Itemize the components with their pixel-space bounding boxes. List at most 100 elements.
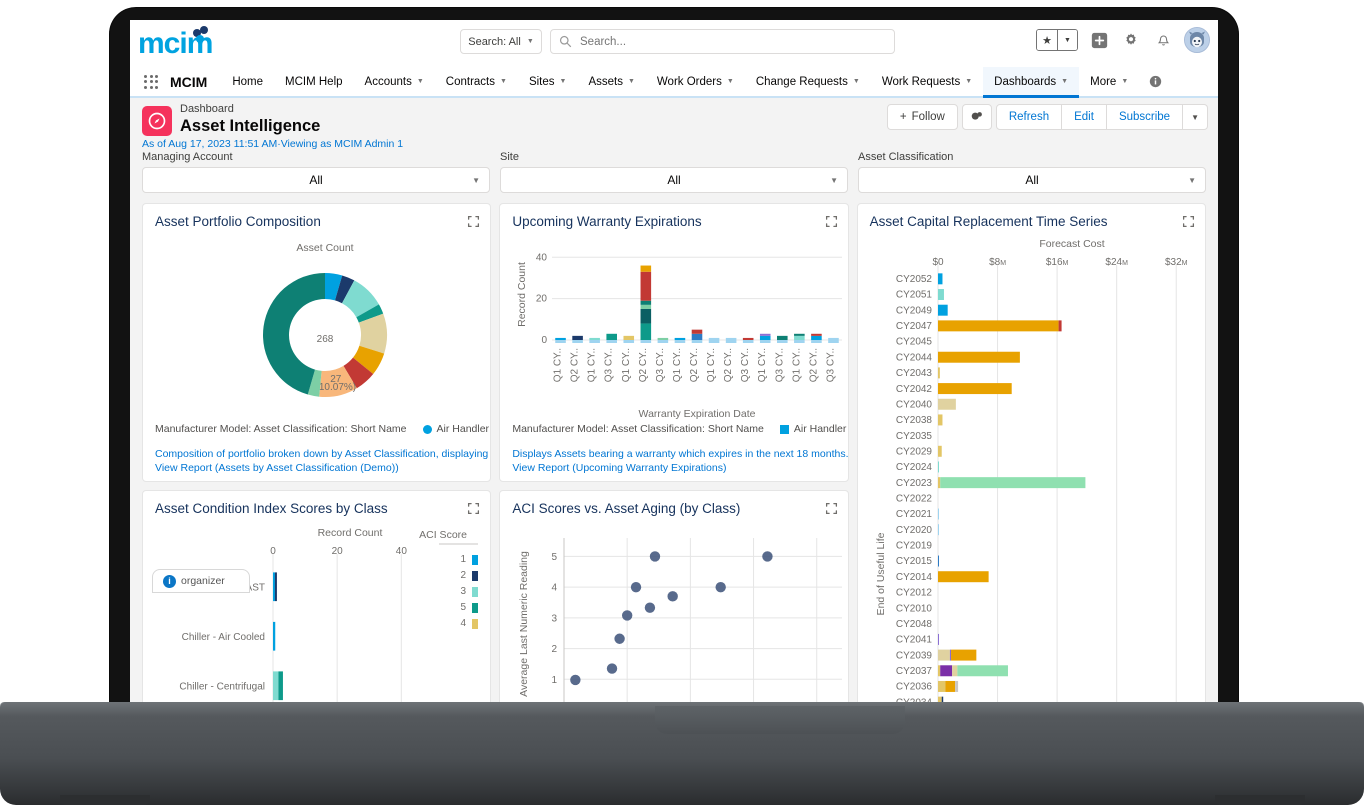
filter-select[interactable]: All ▼ [142, 167, 490, 193]
svg-text:CY2020: CY2020 [896, 525, 933, 536]
organizer-badge[interactable]: i organizer [152, 569, 250, 593]
svg-text:Q3 CY..: Q3 CY.. [775, 348, 786, 382]
favorites-caret-icon[interactable]: ▼ [1057, 30, 1077, 50]
mcim-logo[interactable]: mcim [138, 26, 238, 60]
svg-text:Q1 CY..: Q1 CY.. [792, 348, 803, 382]
svg-text:4: 4 [552, 583, 558, 594]
svg-text:Q1 CY..: Q1 CY.. [758, 348, 769, 382]
nav-item-home[interactable]: Home [221, 67, 274, 96]
nav-item-mcim-help[interactable]: MCIM Help [274, 67, 354, 96]
widget-asset-portfolio-composition: Asset Portfolio Composition Asset Count 2… [142, 203, 492, 482]
expand-icon[interactable] [467, 215, 480, 228]
nav-item-label: Contracts [445, 75, 495, 88]
nav-item-list: Home MCIM Help Accounts ▼ Contracts ▼ Sites ▼ As… [221, 67, 1139, 98]
svg-text:3: 3 [460, 586, 466, 597]
filter-label: Managing Account [142, 151, 233, 163]
nav-item-dashboards[interactable]: Dashboards ▼ [983, 67, 1080, 98]
more-actions-button[interactable]: ▼ [1183, 104, 1208, 130]
widget-title: Asset Capital Replacement Time Series [869, 214, 1108, 229]
widget-title: Asset Condition Index Scores by Class [155, 501, 388, 516]
svg-text:Q2 CY..: Q2 CY.. [570, 348, 581, 382]
user-avatar[interactable] [1184, 27, 1210, 53]
svg-text:Q1 CY..: Q1 CY.. [621, 348, 632, 382]
svg-text:Q2 CY..: Q2 CY.. [689, 348, 700, 382]
filter-label: Site [500, 151, 519, 163]
filter-select[interactable]: All ▼ [500, 167, 848, 193]
nav-item-work-orders[interactable]: Work Orders ▼ [646, 67, 745, 96]
svg-text:Q1 CY..: Q1 CY.. [672, 348, 683, 382]
svg-text:Chiller - Centrifugal: Chiller - Centrifugal [179, 681, 265, 692]
svg-text:CY2022: CY2022 [896, 494, 933, 505]
chevron-down-icon: ▼ [627, 78, 635, 85]
svg-text:$0: $0 [932, 257, 944, 268]
dashboard-button-group: Refresh Edit Subscribe ▼ [995, 104, 1208, 130]
capital-chart-svg: Forecast Cost $0 $8M $16M $24M $32M CY2052 CY20… [875, 238, 1188, 720]
laptop-foot-left [60, 795, 150, 805]
nav-item-sites[interactable]: Sites ▼ [518, 67, 578, 96]
nav-item-more[interactable]: More ▼ [1079, 67, 1139, 96]
follow-button[interactable]: + Follow [886, 104, 958, 130]
favorites-group[interactable]: ★ ▼ [1036, 29, 1078, 51]
nav-item-change-requests[interactable]: Change Requests ▼ [745, 67, 871, 96]
edit-button[interactable]: Edit [1062, 104, 1107, 130]
svg-text:20: 20 [332, 546, 344, 557]
svg-text:CY2047: CY2047 [896, 321, 933, 332]
nav-item-label: Dashboards [994, 75, 1057, 88]
legend-item[interactable]: Air Handler [779, 423, 846, 435]
expand-icon[interactable] [467, 502, 480, 515]
widget-title: Upcoming Warranty Expirations [512, 214, 702, 229]
svg-text:CY2035: CY2035 [896, 431, 933, 442]
favorites-star-icon[interactable]: ★ [1037, 30, 1057, 50]
filter-select[interactable]: All ▼ [858, 167, 1206, 193]
filter-managing-account: Managing Account All ▼ [142, 151, 490, 193]
nav-item-accounts[interactable]: Accounts ▼ [354, 67, 435, 96]
chevron-down-icon: ▼ [472, 175, 480, 185]
global-search[interactable] [550, 29, 895, 54]
filter-label: Asset Classification [858, 151, 954, 163]
notifications-bell-icon[interactable] [1152, 29, 1174, 51]
widget-upcoming-warranty-expirations: Upcoming Warranty Expirations 0 20 40 Q1 CY… [499, 203, 849, 482]
nav-info-icon[interactable] [1139, 67, 1162, 96]
nav-item-label: MCIM Help [285, 75, 343, 88]
svg-text:CY2043: CY2043 [896, 368, 933, 379]
dashboard-widget-grid: Asset Portfolio Composition Asset Count 2… [130, 203, 1218, 720]
view-report-link[interactable]: View Report (Assets by Asset Classificat… [155, 461, 490, 475]
svg-text:Record Count: Record Count [318, 527, 383, 539]
nav-item-assets[interactable]: Assets ▼ [577, 67, 645, 96]
global-header-icons: ★ ▼ [1036, 27, 1210, 53]
svg-text:4: 4 [460, 618, 466, 629]
svg-text:0: 0 [270, 546, 276, 557]
svg-text:CY2010: CY2010 [896, 603, 933, 614]
expand-icon[interactable] [1182, 215, 1195, 228]
svg-text:Q2 CY..: Q2 CY.. [638, 348, 649, 382]
svg-text:20: 20 [536, 294, 548, 305]
app-launcher-icon[interactable] [138, 67, 164, 96]
search-scope-dropdown[interactable]: Search: All ▼ [460, 29, 542, 54]
app-name-label: MCIM [170, 73, 208, 90]
setup-gear-icon[interactable] [1120, 29, 1142, 51]
filter-site: Site All ▼ [500, 151, 848, 193]
share-button[interactable] [961, 104, 992, 130]
expand-icon[interactable] [825, 215, 838, 228]
view-report-link[interactable]: View Report (Upcoming Warranty Expiratio… [512, 461, 847, 475]
donut-chart: Asset Count 27 (10.07%) 268 [155, 235, 478, 415]
widget-description: Composition of portfolio broken down by … [155, 447, 491, 460]
plus-icon: + [899, 111, 907, 123]
widget-asset-capital-replacement: Asset Capital Replacement Time Series Fo… [856, 203, 1206, 720]
page-title: Asset Intelligence [180, 117, 321, 135]
chevron-down-icon: ▼ [500, 78, 507, 85]
legend-color-swatch [422, 424, 432, 434]
dashboard-actions: + Follow Refresh Edit Subscribe ▼ [886, 104, 1208, 130]
expand-icon[interactable] [825, 502, 838, 515]
svg-text:$32M: $32M [1165, 257, 1188, 268]
legend-item[interactable]: Air Handler [422, 423, 489, 435]
svg-text:0: 0 [542, 335, 548, 346]
refresh-button[interactable]: Refresh [995, 104, 1063, 130]
global-actions-icon[interactable] [1088, 29, 1110, 51]
svg-text:Asset Count: Asset Count [296, 242, 353, 254]
subscribe-button[interactable]: Subscribe [1106, 104, 1184, 130]
legend-color-swatch [779, 424, 789, 434]
nav-item-contracts[interactable]: Contracts ▼ [435, 67, 518, 96]
nav-item-work-requests[interactable]: Work Requests ▼ [871, 67, 983, 96]
search-input[interactable] [580, 35, 880, 48]
